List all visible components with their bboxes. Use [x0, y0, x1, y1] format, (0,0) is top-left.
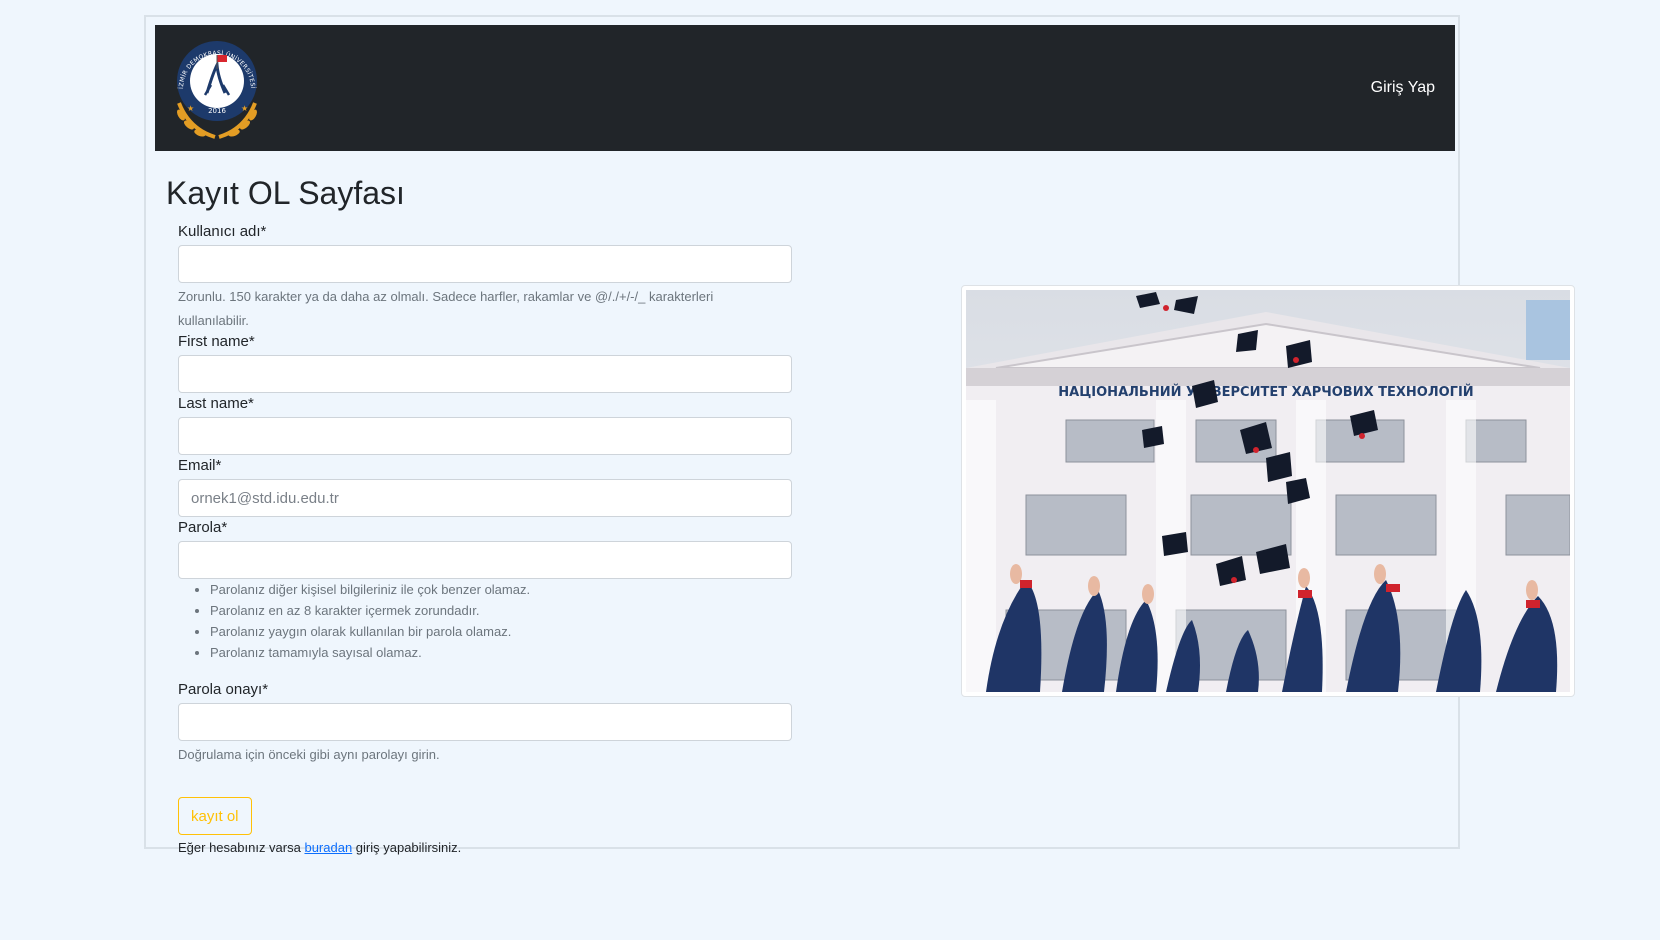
- svg-text:2016: 2016: [208, 107, 226, 115]
- password-rule: Parolanız diğer kişisel bilgileriniz ile…: [210, 579, 530, 600]
- password-label: Parola*: [178, 519, 228, 536]
- password-rule: Parolanız en az 8 karakter içermek zorun…: [210, 600, 530, 621]
- username-label: Kullanıcı adı*: [178, 223, 267, 240]
- svg-text:★: ★: [241, 104, 248, 113]
- login-hint-before: Eğer hesabınız varsa: [178, 840, 305, 855]
- university-logo[interactable]: İZMİR DEMOKRASİ ÜNİVERSİTESİ 2016 ★ ★: [165, 37, 269, 141]
- password-confirm-label: Parola onayı*: [178, 681, 269, 698]
- first-name-input[interactable]: [178, 355, 792, 393]
- password-confirm-help: Doğrulama için önceki gibi aynı parolayı…: [178, 747, 440, 762]
- svg-text:НАЦІОНАЛЬНИЙ УНІВЕРСИТЕТ ХАРЧО: НАЦІОНАЛЬНИЙ УНІВЕРСИТЕТ ХАРЧОВИХ ТЕХНОЛ…: [1058, 384, 1473, 400]
- nav-login-link[interactable]: Giriş Yap: [1371, 25, 1435, 151]
- login-hint: Eğer hesabınız varsa buradan giriş yapab…: [178, 840, 461, 855]
- password-rule: Parolanız tamamıyla sayısal olamaz.: [210, 642, 530, 663]
- university-logo-emblem: İZMİR DEMOKRASİ ÜNİVERSİTESİ 2016 ★ ★: [177, 41, 257, 139]
- login-hint-after: giriş yapabilirsiniz.: [352, 840, 462, 855]
- last-name-label: Last name*: [178, 395, 254, 412]
- page-container: İZMİR DEMOKRASİ ÜNİVERSİTESİ 2016 ★ ★ Gi…: [144, 15, 1575, 855]
- email-input[interactable]: [178, 479, 792, 517]
- login-here-link[interactable]: buradan: [304, 840, 352, 855]
- password-confirm-input[interactable]: [178, 703, 792, 741]
- password-input[interactable]: [178, 541, 792, 579]
- username-help: Zorunlu. 150 karakter ya da daha az olma…: [178, 289, 714, 328]
- svg-text:★: ★: [187, 104, 194, 113]
- password-rule: Parolanız yaygın olarak kullanılan bir p…: [210, 621, 530, 642]
- page-title: Kayıt OL Sayfası: [166, 175, 405, 211]
- email-label: Email*: [178, 457, 222, 474]
- first-name-label: First name*: [178, 333, 255, 350]
- last-name-input[interactable]: [178, 417, 792, 455]
- password-rules-list: Parolanız diğer kişisel bilgileriniz ile…: [178, 579, 530, 663]
- graduation-image-frame: НАЦІОНАЛЬНИЙ УНІВЕРСИТЕТ ХАРЧОВИХ ТЕХНОЛ…: [961, 285, 1575, 697]
- graduation-photo: НАЦІОНАЛЬНИЙ УНІВЕРСИТЕТ ХАРЧОВИХ ТЕХНОЛ…: [966, 290, 1570, 692]
- username-input[interactable]: [178, 245, 792, 283]
- register-button[interactable]: kayıt ol: [178, 797, 252, 835]
- navbar: İZMİR DEMOKRASİ ÜNİVERSİTESİ 2016 ★ ★ Gi…: [155, 25, 1455, 151]
